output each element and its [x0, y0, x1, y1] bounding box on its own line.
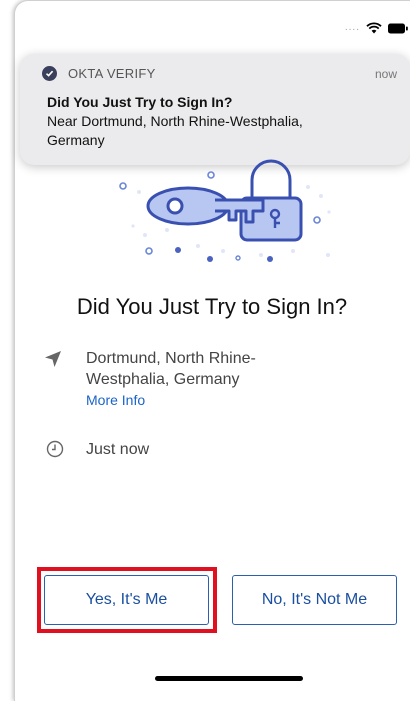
- sign-in-time: Just now: [86, 441, 150, 458]
- location-arrow-icon: [44, 350, 62, 373]
- notification-time: now: [374, 67, 397, 81]
- page-title: Did You Just Try to Sign In?: [76, 294, 348, 319]
- location-text: Dortmund, North Rhine-Westphalia, German…: [86, 350, 256, 388]
- highlight-box: [37, 567, 217, 633]
- notification-title: Did You Just Try to Sign In?: [47, 94, 233, 110]
- signal-indicator: ....: [344, 22, 360, 33]
- no-its-not-me-button[interactable]: No, It's Not Me: [232, 575, 397, 625]
- clock-icon: [46, 440, 64, 463]
- okta-verify-icon: [42, 66, 57, 81]
- wifi-icon: [366, 22, 382, 34]
- status-bar: ....: [345, 22, 408, 34]
- home-indicator[interactable]: [155, 676, 303, 681]
- notification-app-name: OKTA VERIFY: [68, 66, 156, 81]
- key-lock-illustration: [103, 140, 339, 275]
- more-info-link[interactable]: More Info: [86, 392, 145, 408]
- battery-icon: [388, 23, 408, 34]
